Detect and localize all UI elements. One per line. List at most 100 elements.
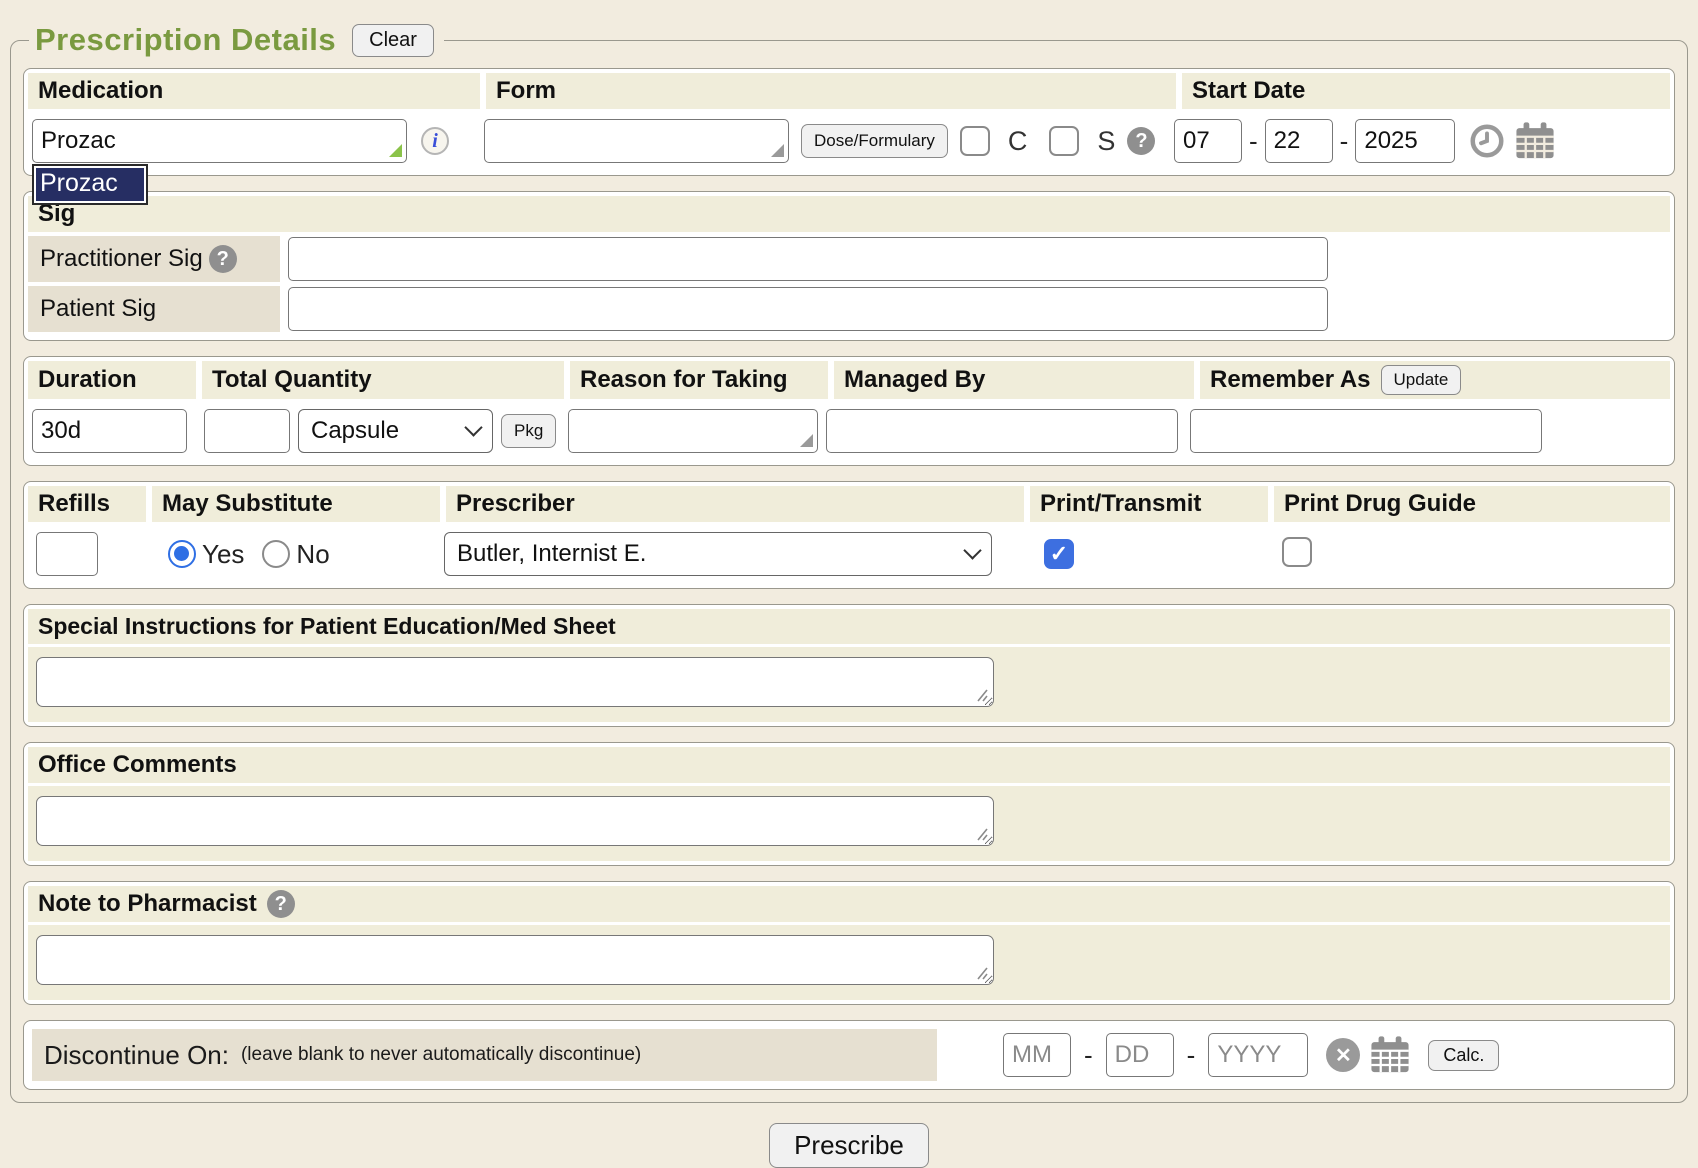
resize-triangle-icon xyxy=(389,144,402,157)
update-button[interactable]: Update xyxy=(1381,365,1462,395)
medication-cell: Prozac i xyxy=(32,119,484,163)
substitute-no-radio[interactable] xyxy=(262,540,290,568)
discontinue-year-input[interactable] xyxy=(1208,1033,1308,1077)
date-separator: - xyxy=(1084,1040,1093,1071)
office-comments-section: Office Comments xyxy=(23,742,1675,866)
clear-button[interactable]: Clear xyxy=(352,24,434,57)
controlled-s-checkbox[interactable] xyxy=(1049,126,1079,156)
refills-cell xyxy=(32,532,150,576)
office-comments-content xyxy=(28,786,1670,861)
form-input-wrap xyxy=(484,119,789,163)
print-transmit-label: Print/Transmit xyxy=(1030,486,1268,522)
may-substitute-cell: Yes No xyxy=(150,539,444,570)
prescriber-select-value: Butler, Internist E. xyxy=(457,540,646,568)
remember-as-label: Remember As xyxy=(1210,366,1371,394)
managed-by-label: Managed By xyxy=(834,361,1194,399)
remember-as-header: Remember As Update xyxy=(1200,361,1670,399)
clear-date-icon[interactable]: ✕ xyxy=(1326,1038,1360,1072)
controlled-c-label: C xyxy=(1008,126,1028,157)
patient-sig-input[interactable] xyxy=(288,287,1328,331)
calc-button[interactable]: Calc. xyxy=(1428,1040,1499,1071)
resize-triangle-icon xyxy=(771,144,784,157)
patient-sig-label-cell: Patient Sig xyxy=(28,286,280,332)
medication-input[interactable] xyxy=(32,119,407,163)
print-drug-guide-label: Print Drug Guide xyxy=(1274,486,1670,522)
office-comments-textarea[interactable] xyxy=(36,796,994,846)
total-quantity-label: Total Quantity xyxy=(202,361,564,399)
controlled-s-label: S xyxy=(1097,126,1115,157)
prescribe-button[interactable]: Prescribe xyxy=(769,1123,929,1168)
note-to-pharmacist-header: Note to Pharmacist ? xyxy=(28,886,1670,922)
practitioner-sig-row: Practitioner Sig ? xyxy=(28,236,1670,282)
discontinue-section: Discontinue On: (leave blank to never au… xyxy=(23,1020,1675,1090)
dosage-section: Duration Total Quantity Reason for Takin… xyxy=(23,356,1675,466)
reason-label: Reason for Taking xyxy=(570,361,828,399)
print-drug-guide-checkbox[interactable] xyxy=(1282,537,1312,567)
practitioner-sig-label-cell: Practitioner Sig ? xyxy=(28,236,280,282)
prescriber-label: Prescriber xyxy=(446,486,1024,522)
resize-triangle-icon xyxy=(800,434,813,447)
duration-label: Duration xyxy=(28,361,196,399)
refills-input[interactable] xyxy=(36,532,98,576)
practitioner-sig-label: Practitioner Sig xyxy=(40,245,203,273)
print-transmit-cell: ✓ xyxy=(1028,539,1266,569)
pkg-button[interactable]: Pkg xyxy=(501,414,556,448)
prescriber-select[interactable]: Butler, Internist E. xyxy=(444,532,992,576)
medication-section: Medication Form Start Date Prozac i xyxy=(23,68,1675,176)
start-month-input[interactable] xyxy=(1174,119,1242,163)
form-cell: Dose/Formulary C S ? xyxy=(484,119,1174,163)
autocomplete-item-prozac[interactable]: Prozac xyxy=(36,168,144,201)
special-instructions-textarea[interactable] xyxy=(36,657,994,707)
patient-sig-label: Patient Sig xyxy=(40,295,156,323)
print-transmit-checkbox[interactable]: ✓ xyxy=(1044,539,1074,569)
start-day-input[interactable] xyxy=(1265,119,1333,163)
medication-autocomplete-dropdown: Prozac xyxy=(32,164,148,205)
date-separator: - xyxy=(1187,1040,1196,1071)
info-icon[interactable]: i xyxy=(421,127,449,155)
office-comments-label: Office Comments xyxy=(28,747,1670,783)
dose-formulary-button[interactable]: Dose/Formulary xyxy=(801,124,948,158)
note-to-pharmacist-label: Note to Pharmacist xyxy=(38,890,257,918)
discontinue-day-input[interactable] xyxy=(1106,1033,1174,1077)
help-icon[interactable]: ? xyxy=(267,890,295,918)
prescription-details-fieldset: Prescription Details Clear Medication Fo… xyxy=(10,22,1688,1103)
duration-input[interactable] xyxy=(32,409,187,453)
form-input[interactable] xyxy=(484,119,789,163)
reason-input[interactable] xyxy=(568,409,818,453)
reason-input-wrap xyxy=(568,409,818,453)
substitute-yes-radio[interactable] xyxy=(168,540,196,568)
start-year-input[interactable] xyxy=(1355,119,1455,163)
sig-section: Sig Practitioner Sig ? Patient Sig xyxy=(23,191,1675,341)
substitute-no-label: No xyxy=(296,539,329,570)
discontinue-month-input[interactable] xyxy=(1003,1033,1071,1077)
chevron-down-icon xyxy=(464,418,482,436)
managed-by-input[interactable] xyxy=(826,409,1178,453)
calendar-icon[interactable] xyxy=(1370,1036,1410,1074)
discontinue-label-cell: Discontinue On: (leave blank to never au… xyxy=(32,1029,937,1081)
total-quantity-input[interactable] xyxy=(204,409,290,453)
medication-label: Medication xyxy=(28,73,480,109)
patient-sig-row: Patient Sig xyxy=(28,286,1670,332)
date-separator: - xyxy=(1340,126,1349,157)
help-icon[interactable]: ? xyxy=(209,245,237,273)
calendar-icon[interactable] xyxy=(1515,122,1555,160)
refills-label: Refills xyxy=(28,486,146,522)
controlled-c-checkbox[interactable] xyxy=(960,126,990,156)
remember-as-input[interactable] xyxy=(1190,409,1542,453)
fieldset-legend: Prescription Details Clear xyxy=(29,22,444,58)
form-select[interactable]: Capsule xyxy=(298,409,493,453)
practitioner-sig-input[interactable] xyxy=(288,237,1328,281)
special-instructions-section: Special Instructions for Patient Educati… xyxy=(23,604,1675,727)
form-select-value: Capsule xyxy=(311,417,399,445)
special-instructions-content xyxy=(28,647,1670,722)
help-icon[interactable]: ? xyxy=(1127,127,1155,155)
discontinue-label: Discontinue On: xyxy=(44,1040,229,1071)
form-label: Form xyxy=(486,73,1176,109)
medication-header-row: Medication Form Start Date xyxy=(28,73,1670,109)
substitute-yes-label: Yes xyxy=(202,539,244,570)
page-title: Prescription Details xyxy=(35,22,336,58)
note-to-pharmacist-section: Note to Pharmacist ? xyxy=(23,881,1675,1005)
clock-icon[interactable] xyxy=(1469,123,1505,159)
note-to-pharmacist-textarea[interactable] xyxy=(36,935,994,985)
medication-content-row: Prozac i Dose/Formulary C S ? - xyxy=(28,109,1670,171)
